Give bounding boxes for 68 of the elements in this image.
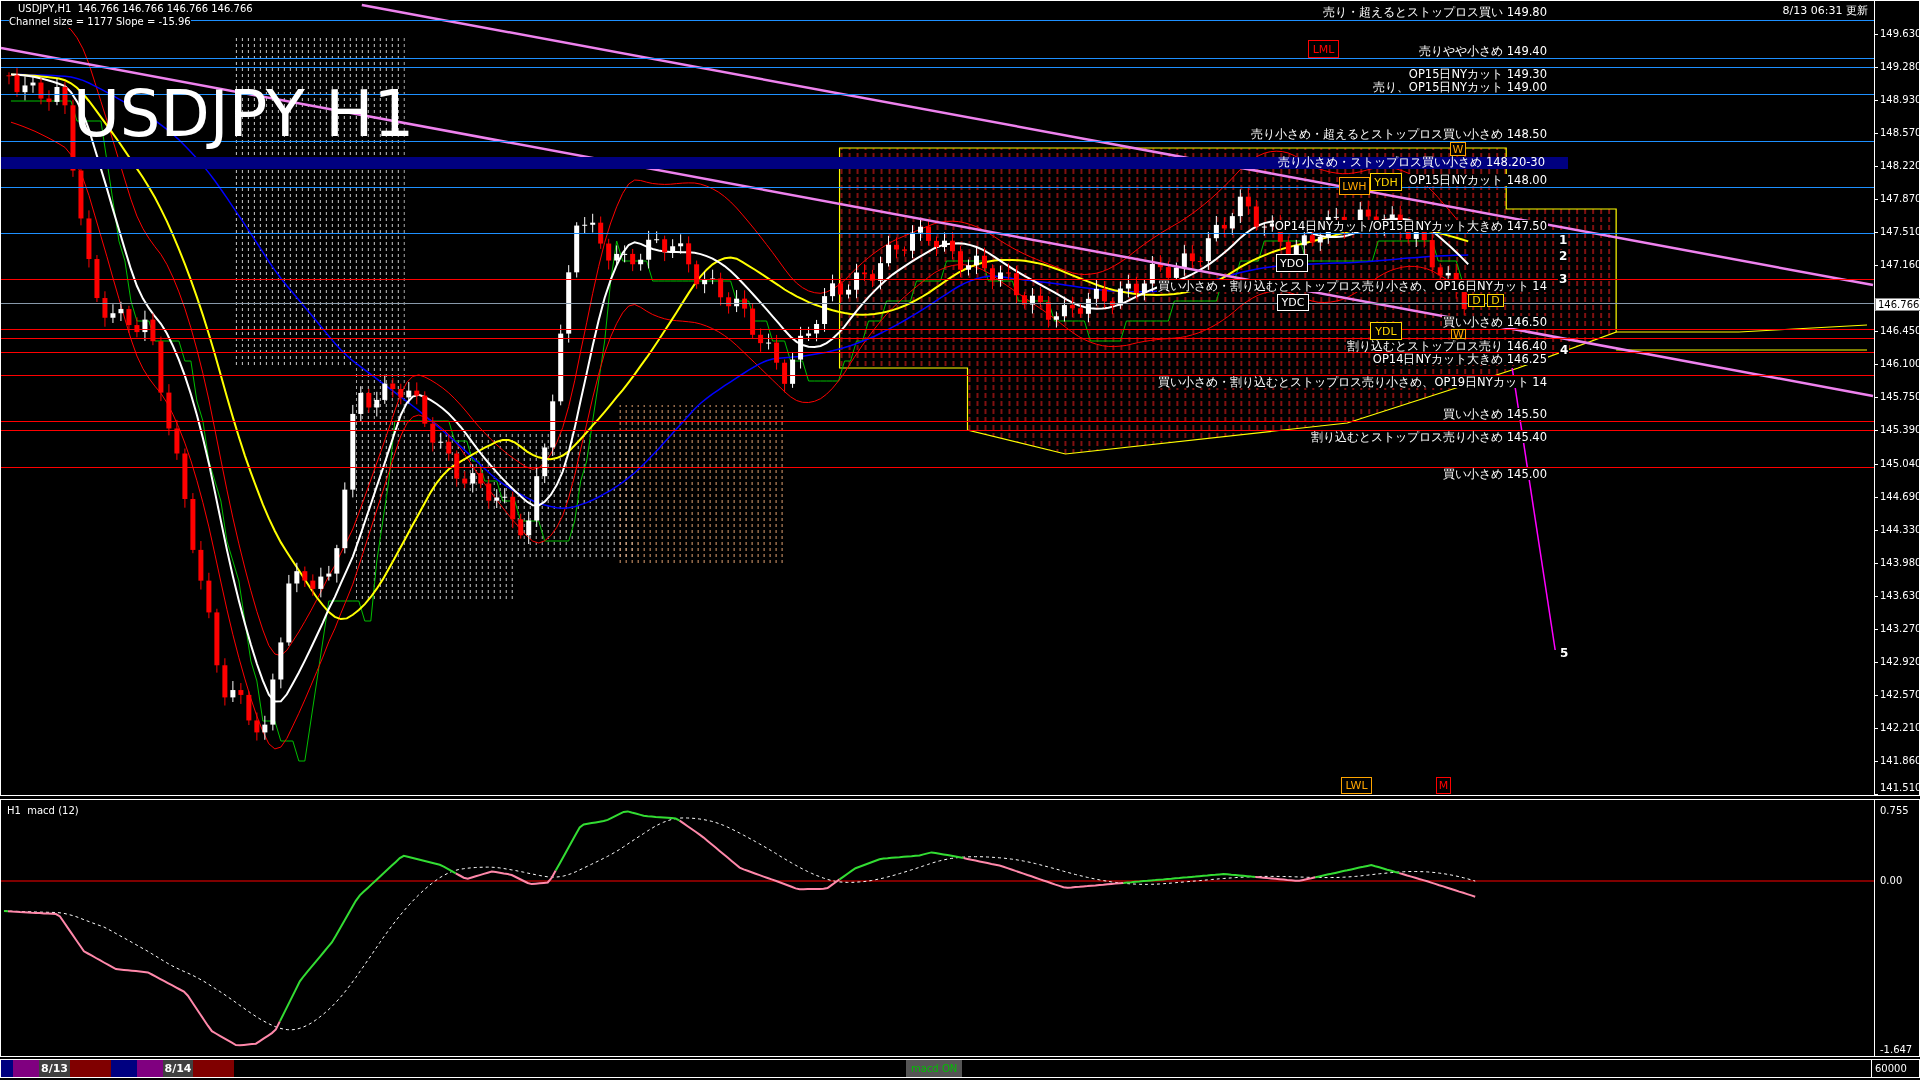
price-tick: 147.160 <box>1879 259 1920 271</box>
marker-label: LWH <box>1339 177 1370 195</box>
marker-label: LML <box>1308 40 1339 58</box>
level-label: OP15日NYカット 148.00 <box>1407 174 1548 186</box>
price-tick: 148.570 <box>1879 127 1920 139</box>
price-tick: 146.450 <box>1879 325 1920 337</box>
level-label: 買い小さめ・割り込むとストップロス売り小さめ、OP19日NYカット 14 <box>1157 376 1548 388</box>
price-tick: 142.920 <box>1879 655 1920 667</box>
date-segment: 8/14 <box>163 1060 193 1077</box>
price-tick: 146.100 <box>1879 358 1920 370</box>
price-tick: 142.570 <box>1879 688 1920 700</box>
indicator-toggle-button[interactable]: macd ON <box>906 1060 963 1077</box>
level-label: 売り、OP15日NYカット 149.00 <box>1371 81 1548 93</box>
date-segment: 8/13 <box>39 1060 70 1077</box>
wave-count: 1 <box>1558 234 1569 247</box>
marker-label: D <box>1487 294 1504 307</box>
channel-info: Channel size = 1177 Slope = -15.96 <box>9 16 191 28</box>
price-tick: 147.870 <box>1879 193 1920 205</box>
price-tick: 144.330 <box>1879 523 1920 535</box>
marker-label: YDC <box>1277 294 1309 311</box>
wave-count: 2 <box>1558 250 1569 263</box>
level-label: 売り・超えるとストップロス買い 149.80 <box>1322 6 1548 18</box>
macd-tick: 0.00 <box>1879 875 1903 886</box>
marker-label: YDL <box>1370 322 1402 340</box>
price-tick: 142.210 <box>1879 721 1920 733</box>
level-label: 買い小さめ 145.00 <box>1442 468 1548 480</box>
level-label: OP14日NYカット/OP15日NYカット大きめ 147.50 <box>1273 220 1548 232</box>
macd-tick: 0.755 <box>1879 805 1909 816</box>
wave-count: 5 <box>1559 647 1570 660</box>
wave-count: 4 <box>1559 344 1570 357</box>
current-price-tag: 146.766 <box>1875 298 1920 311</box>
price-tick: 148.220 <box>1879 160 1920 172</box>
level-label: 売りやや小さめ 149.40 <box>1418 45 1548 57</box>
volume-scale: 60000 <box>1871 1060 1919 1077</box>
price-tick: 144.690 <box>1879 490 1920 502</box>
price-tick: 147.510 <box>1879 226 1920 238</box>
marker-label: LWL <box>1341 777 1372 794</box>
wave-count: 3 <box>1558 273 1569 286</box>
marker-label: D <box>1468 294 1485 307</box>
price-tick: 149.630 <box>1879 28 1920 39</box>
price-tick: 143.980 <box>1879 556 1920 568</box>
price-tick: 145.040 <box>1879 457 1920 469</box>
update-time: 8/13 06:31 更新 <box>1782 4 1868 17</box>
price-tick: 145.390 <box>1879 424 1920 436</box>
marker-label: YDH <box>1370 173 1402 191</box>
price-tick: 141.510 <box>1879 782 1920 793</box>
indicator-title: H1 macd (12) <box>7 805 79 817</box>
level-label: 売り小さめ・ストップロス買い小さめ 148.20-30 <box>1277 156 1546 168</box>
marker-label: W <box>1451 329 1466 339</box>
level-label: 買い小さめ 145.50 <box>1442 408 1548 420</box>
level-label: 買い小さめ・割り込むとストップロス売り小さめ、OP16日NYカット 14 <box>1157 280 1548 292</box>
level-label: 割り込むとストップロス売り 146.40 <box>1346 340 1548 352</box>
price-tick: 141.860 <box>1879 754 1920 766</box>
marker-label: W <box>1450 142 1466 156</box>
level-label: 売り小さめ・超えるとストップロス買い小さめ 148.50 <box>1250 128 1548 140</box>
level-label: 買い小さめ 146.50 <box>1442 316 1548 328</box>
marker-label: M <box>1436 777 1451 794</box>
price-tick: 145.750 <box>1879 391 1920 403</box>
level-label: 割り込むとストップロス売り小さめ 145.40 <box>1310 431 1548 443</box>
price-tick: 143.630 <box>1879 589 1920 601</box>
price-tick: 143.270 <box>1879 622 1920 634</box>
price-tick: 149.280 <box>1879 61 1920 73</box>
price-tick: 148.930 <box>1879 94 1920 106</box>
symbol-info: USDJPY,H1 146.766 146.766 146.766 146.766 <box>18 3 253 15</box>
level-label: OP15日NYカット 149.30 <box>1407 68 1548 80</box>
level-label: OP14日NYカット大きめ 146.25 <box>1371 353 1548 365</box>
marker-label: YDO <box>1276 254 1308 272</box>
macd-tick: -1.647 <box>1879 1044 1913 1055</box>
